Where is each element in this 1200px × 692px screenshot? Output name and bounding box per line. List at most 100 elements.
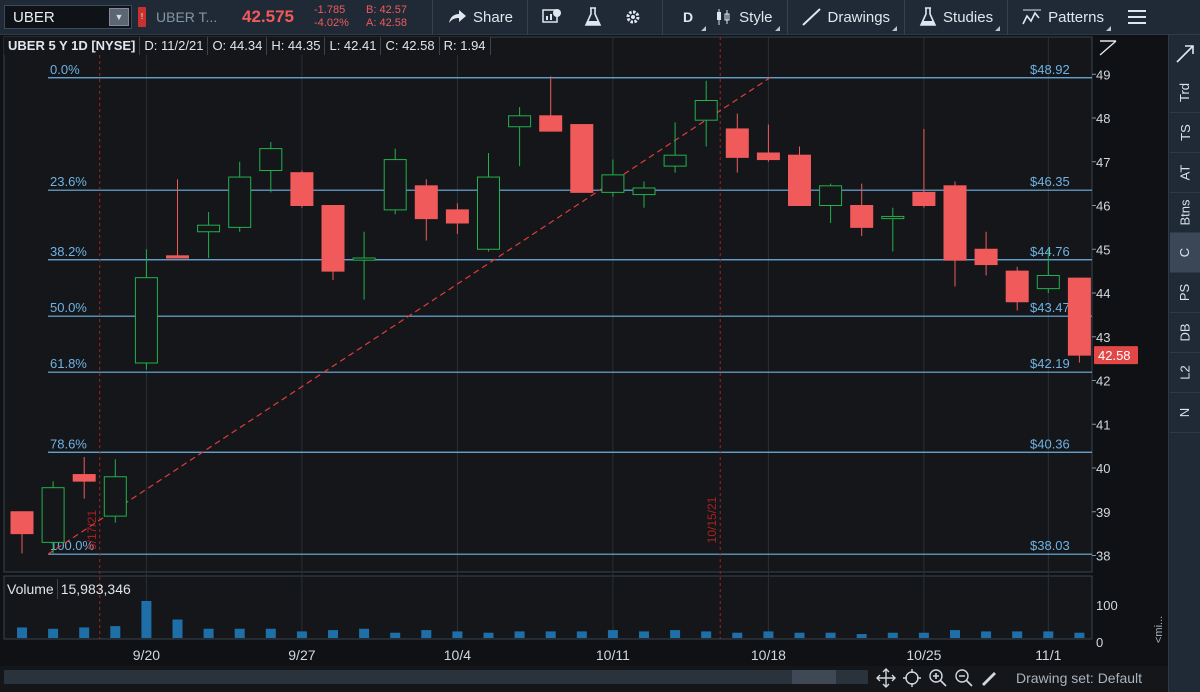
symbol-dropdown-icon[interactable]: ▼ xyxy=(109,8,129,26)
volume-bar[interactable] xyxy=(390,632,401,638)
volume-bar[interactable] xyxy=(887,632,898,638)
drawings-button[interactable]: Drawings xyxy=(794,0,899,35)
candle-body[interactable] xyxy=(166,255,189,259)
side-tab-trd[interactable]: Trd xyxy=(1170,73,1200,113)
candle-body[interactable] xyxy=(912,191,936,206)
candle-body[interactable] xyxy=(881,215,905,220)
volume-bar[interactable] xyxy=(17,627,27,638)
candle-body[interactable] xyxy=(72,474,96,482)
volume-bar[interactable] xyxy=(732,632,743,638)
period-button[interactable]: D xyxy=(669,0,707,35)
volume-bar[interactable] xyxy=(79,627,90,638)
symbol-selector[interactable]: UBER ▼ xyxy=(4,5,132,29)
volume-bar[interactable] xyxy=(110,626,121,638)
candle-body[interactable] xyxy=(663,154,687,167)
candle-body[interactable] xyxy=(321,205,345,272)
volume-bar[interactable] xyxy=(1074,632,1085,638)
volume-bar[interactable] xyxy=(950,630,960,638)
drawing-set-label[interactable]: Drawing set: Default xyxy=(1016,670,1142,686)
volume-bar[interactable] xyxy=(203,628,214,638)
side-tab-n[interactable]: N xyxy=(1170,393,1200,433)
side-tab-at[interactable]: AT xyxy=(1170,153,1200,193)
flask-button[interactable] xyxy=(576,0,616,35)
alert-flag-icon[interactable]: ! xyxy=(138,7,146,27)
settings-button[interactable] xyxy=(616,0,656,35)
menu-button[interactable] xyxy=(1120,0,1160,35)
volume-bar[interactable] xyxy=(794,632,805,638)
studies-button[interactable]: Studies xyxy=(911,0,1001,35)
volume-bar[interactable] xyxy=(701,631,712,638)
candle-body[interactable] xyxy=(383,159,407,211)
volume-bar[interactable] xyxy=(141,601,152,638)
share-button[interactable]: Share xyxy=(439,0,521,35)
volume-bar[interactable] xyxy=(296,631,307,638)
volume-bar[interactable] xyxy=(981,631,992,638)
candle-body[interactable] xyxy=(756,152,780,161)
volume-bar[interactable] xyxy=(48,628,59,638)
candle-body[interactable] xyxy=(570,124,594,193)
volume-bar[interactable] xyxy=(576,631,587,638)
side-tab-btns[interactable]: Btns xyxy=(1170,193,1200,233)
side-tab-ps[interactable]: PS xyxy=(1170,273,1200,313)
candle-body[interactable] xyxy=(134,277,158,364)
candle-body[interactable] xyxy=(103,476,127,517)
side-tab-db[interactable]: DB xyxy=(1170,313,1200,353)
volume-bar[interactable] xyxy=(514,631,525,638)
candle-body[interactable] xyxy=(1005,270,1029,303)
price-chart[interactable]: 9/20 9/27 10/4 10/11 10/18 10/25 11/1 49 48 47 46 4… xyxy=(0,35,1168,666)
volume-bar[interactable] xyxy=(359,628,370,638)
candle-body[interactable] xyxy=(290,172,314,206)
volume-bar[interactable] xyxy=(545,631,556,638)
volume-bar[interactable] xyxy=(856,634,867,638)
candle-body[interactable] xyxy=(508,115,532,128)
drawing-set-icon[interactable] xyxy=(980,668,1000,688)
volume-panel[interactable] xyxy=(3,575,1093,640)
volume-bar[interactable] xyxy=(1043,631,1054,638)
chart-settings-button[interactable] xyxy=(534,0,576,35)
candle-body[interactable] xyxy=(228,176,252,228)
candle-body[interactable] xyxy=(477,176,500,250)
candle-body[interactable] xyxy=(1036,275,1060,290)
volume-bar[interactable] xyxy=(452,631,463,638)
candle-body[interactable] xyxy=(943,185,967,261)
candle-body[interactable] xyxy=(414,185,438,220)
pan-arrows-icon[interactable] xyxy=(876,668,896,688)
side-tab-c[interactable]: C xyxy=(1170,233,1200,273)
volume-bar[interactable] xyxy=(918,632,929,638)
scrollbar-thumb[interactable] xyxy=(792,670,836,684)
volume-bar[interactable] xyxy=(1012,631,1023,638)
candle-body[interactable] xyxy=(352,257,376,261)
candle-body[interactable] xyxy=(850,205,874,228)
candle-body[interactable] xyxy=(632,187,656,196)
volume-bar[interactable] xyxy=(328,630,338,638)
candle-body[interactable] xyxy=(725,128,749,158)
volume-bar[interactable] xyxy=(639,631,649,638)
patterns-button[interactable]: Patterns xyxy=(1014,0,1112,35)
candle-body[interactable] xyxy=(539,115,563,132)
candle-body[interactable] xyxy=(694,100,718,121)
side-tab-l2[interactable]: L2 xyxy=(1170,353,1200,393)
zoom-fit-icon[interactable] xyxy=(902,668,922,688)
volume-bar[interactable] xyxy=(234,628,245,638)
style-button[interactable]: Style xyxy=(707,0,780,35)
volume-bar[interactable] xyxy=(483,632,494,638)
horizontal-scrollbar[interactable] xyxy=(4,670,868,684)
volume-bar[interactable] xyxy=(825,632,836,638)
candle-body[interactable] xyxy=(445,209,469,224)
volume-bar[interactable] xyxy=(172,619,183,639)
candle-body[interactable] xyxy=(601,174,625,193)
zoom-in-icon[interactable] xyxy=(928,668,948,688)
candle-body[interactable] xyxy=(41,487,65,543)
volume-bar[interactable] xyxy=(670,630,681,638)
candle-body[interactable] xyxy=(1067,277,1091,356)
side-tab-ts[interactable]: TS xyxy=(1170,113,1200,153)
volume-bar[interactable] xyxy=(607,630,618,638)
candle-body[interactable] xyxy=(974,248,998,266)
expand-side-button[interactable] xyxy=(1169,35,1200,73)
volume-bar[interactable] xyxy=(265,628,276,638)
candle-body[interactable] xyxy=(197,224,221,233)
volume-bar[interactable] xyxy=(421,630,432,638)
zoom-out-icon[interactable] xyxy=(954,668,974,688)
candle-body[interactable] xyxy=(819,185,843,206)
symbol-input[interactable]: UBER xyxy=(5,9,109,26)
